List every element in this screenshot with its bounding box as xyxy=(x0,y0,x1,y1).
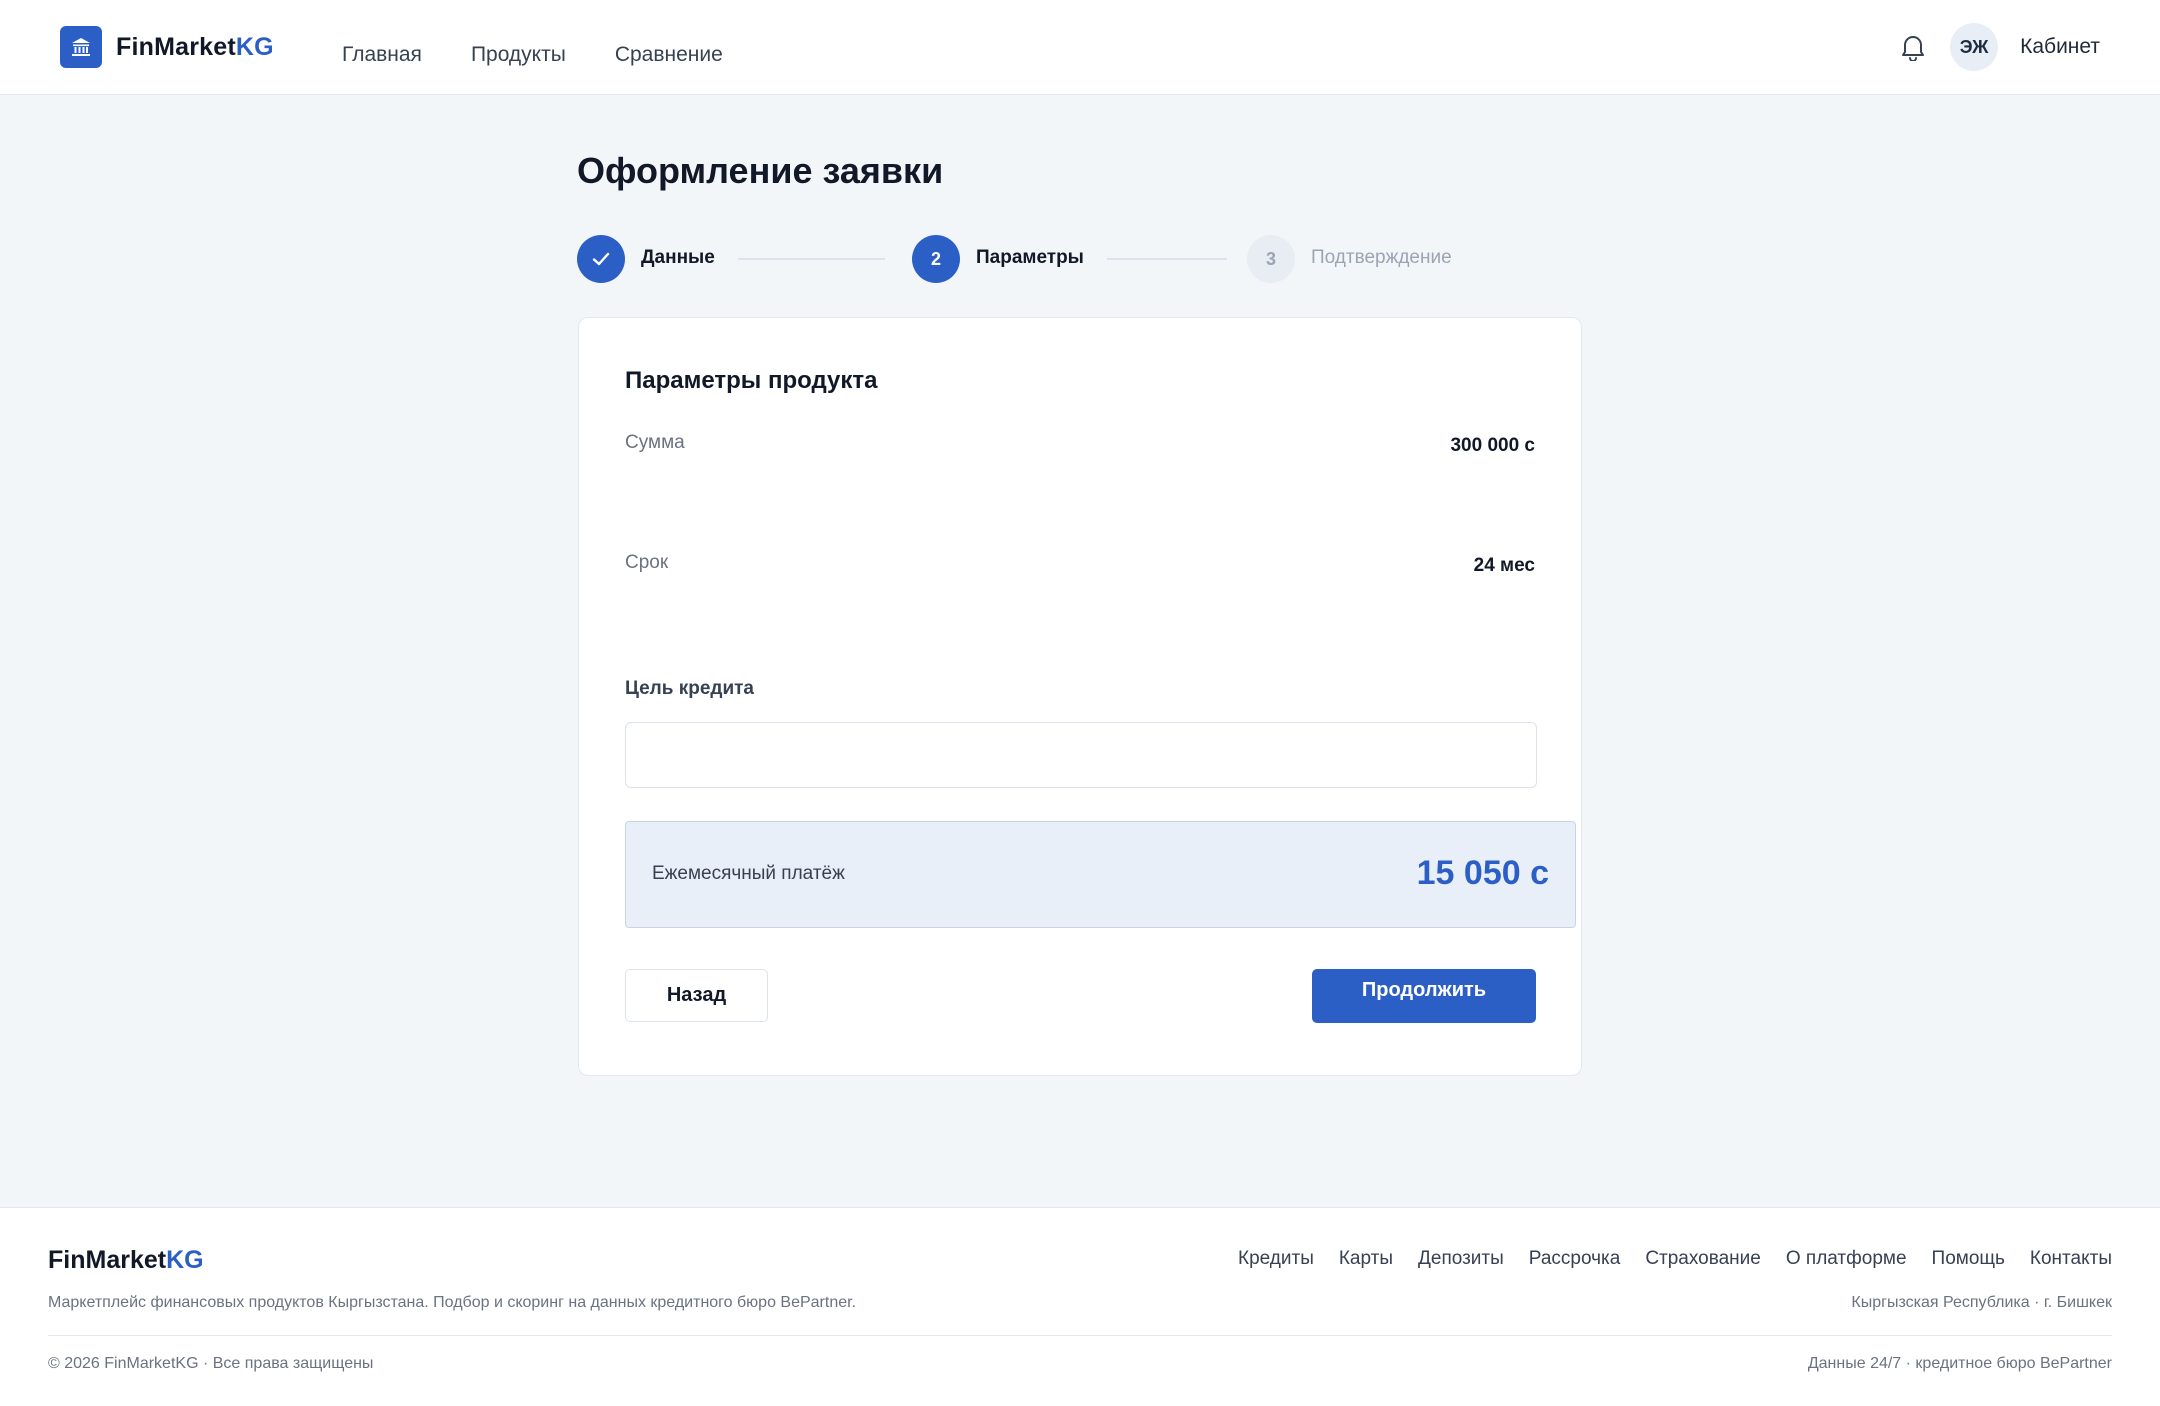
step-2-circle: 2 xyxy=(912,235,960,283)
cabinet-link[interactable]: Кабинет xyxy=(2020,35,2100,59)
term-value: 24 мес xyxy=(1473,555,1535,576)
footer-link-deposits[interactable]: Депозиты xyxy=(1418,1248,1504,1270)
header-actions: ЭЖ Кабинет xyxy=(1898,22,2100,72)
footer-description: Маркетплейс финансовых продуктов Кыргызс… xyxy=(48,1294,857,1311)
monthly-payment-box: Ежемесячный платёж 15 050 с xyxy=(625,821,1576,928)
step-3-circle: 3 xyxy=(1247,235,1295,283)
footer-logo-accent: KG xyxy=(166,1246,204,1274)
avatar[interactable]: ЭЖ xyxy=(1950,23,1999,71)
amount-value: 300 000 с xyxy=(1450,435,1535,456)
check-icon xyxy=(592,252,610,266)
logo-text-accent: KG xyxy=(235,32,274,61)
logo-text-main: FinMarket xyxy=(116,32,236,61)
footer-data-source: Данные 24/7 · кредитное бюро BePartner xyxy=(1807,1355,2112,1372)
product-parameters-card: Параметры продукта Сумма 300 000 с Срок … xyxy=(578,317,1582,1076)
main-nav: Главная Продукты Сравнение xyxy=(342,0,772,110)
top-header: FinMarketKG Главная Продукты Сравнение Э… xyxy=(0,0,2160,95)
step-2-label: Параметры xyxy=(976,247,1084,268)
footer-copyright: © 2026 FinMarketKG · Все права защищены xyxy=(48,1355,374,1372)
back-button[interactable]: Назад xyxy=(625,969,768,1022)
footer-link-about[interactable]: О платформе xyxy=(1786,1248,1907,1270)
footer-location: Кыргызская Республика · г. Бишкек xyxy=(1851,1294,2112,1311)
footer-links: Кредиты Карты Депозиты Рассрочка Страхов… xyxy=(1213,1248,2112,1270)
footer-divider xyxy=(48,1335,2112,1336)
nav-item-products[interactable]: Продукты xyxy=(471,43,566,67)
footer: FinMarketKG Кредиты Карты Депозиты Расср… xyxy=(0,1207,2160,1406)
footer-link-installments[interactable]: Рассрочка xyxy=(1529,1248,1621,1270)
footer-logo-main: FinMarket xyxy=(48,1246,167,1274)
bell-icon[interactable] xyxy=(1898,32,1928,62)
logo[interactable]: FinMarketKG xyxy=(60,26,274,68)
stepper: Данные 2 Параметры 3 Подтверждение xyxy=(577,235,1583,283)
step-1-circle xyxy=(577,235,625,283)
term-label: Срок xyxy=(625,552,669,573)
footer-link-help[interactable]: Помощь xyxy=(1932,1248,2005,1270)
footer-link-cards[interactable]: Карты xyxy=(1339,1248,1393,1270)
nav-item-compare[interactable]: Сравнение xyxy=(615,43,723,67)
step-1-label: Данные xyxy=(641,247,715,268)
step-3-label: Подтверждение xyxy=(1311,247,1452,268)
nav-item-home[interactable]: Главная xyxy=(342,43,422,67)
monthly-payment-value: 15 050 с xyxy=(1416,854,1549,892)
footer-logo[interactable]: FinMarketKG xyxy=(48,1246,204,1275)
amount-label: Сумма xyxy=(625,432,685,453)
card-title: Параметры продукта xyxy=(625,367,878,394)
logo-text: FinMarketKG xyxy=(116,33,274,62)
bank-building-icon xyxy=(60,26,102,68)
step-connector-2 xyxy=(1107,258,1227,260)
continue-button[interactable]: Продолжить xyxy=(1312,969,1536,1023)
purpose-input[interactable] xyxy=(625,722,1537,788)
footer-link-contacts[interactable]: Контакты xyxy=(2030,1248,2112,1270)
footer-link-credits[interactable]: Кредиты xyxy=(1238,1248,1314,1270)
step-connector-1 xyxy=(738,258,885,260)
footer-link-insurance[interactable]: Страхование xyxy=(1645,1248,1761,1270)
monthly-payment-label: Ежемесячный платёж xyxy=(652,863,845,884)
purpose-label: Цель кредита xyxy=(625,678,755,699)
page-title: Оформление заявки xyxy=(577,150,944,191)
